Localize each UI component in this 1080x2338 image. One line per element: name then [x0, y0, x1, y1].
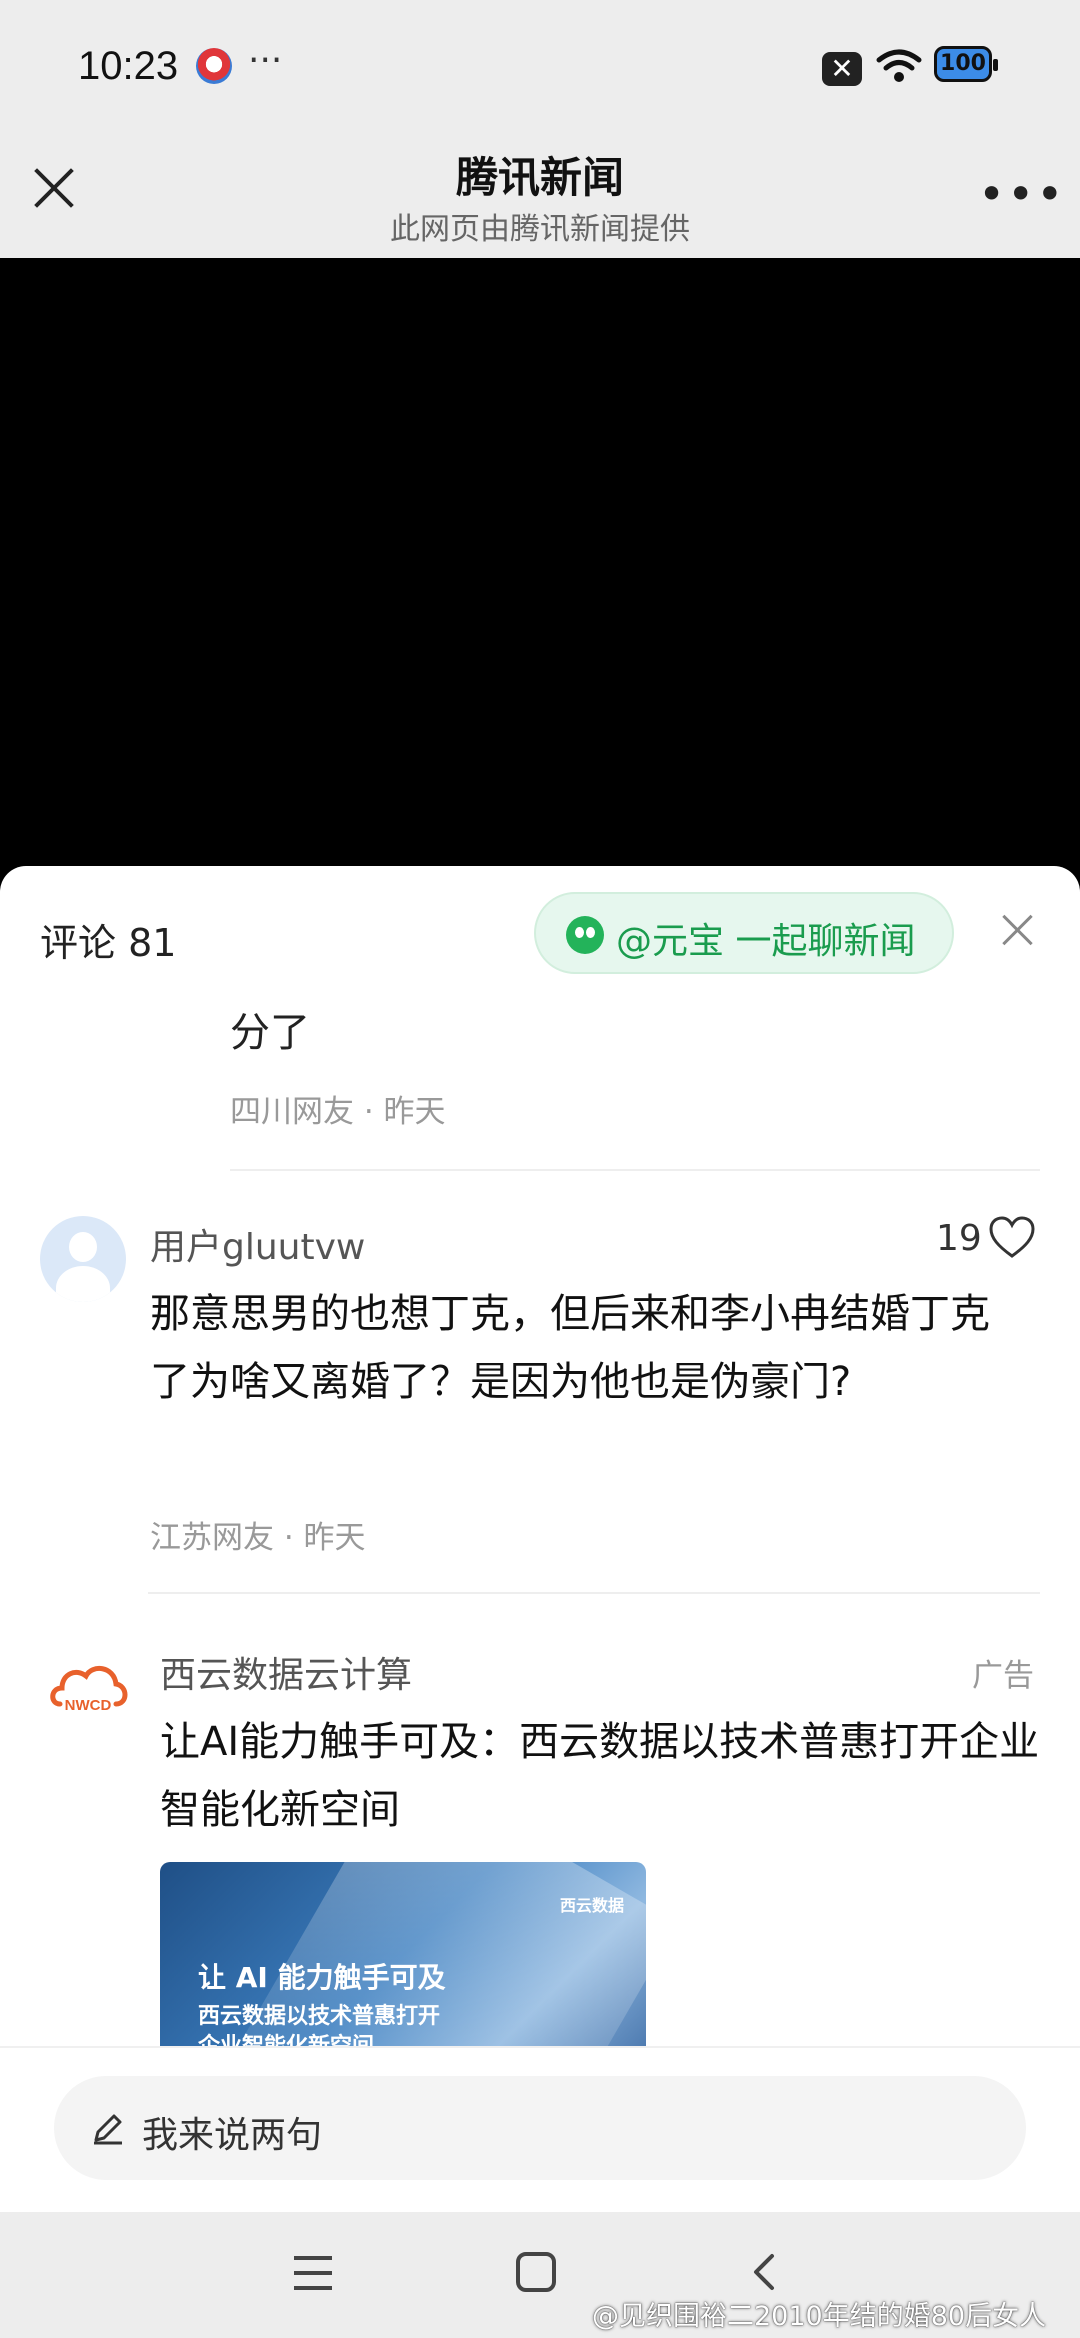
divider — [230, 1169, 1040, 1171]
more-notifications-icon: ··· — [248, 40, 283, 81]
comment-user-name[interactable]: 用户gluutvw — [150, 1218, 365, 1270]
mute-icon: ✕ — [822, 52, 862, 86]
status-time: 10:23 — [78, 44, 179, 88]
sheet-close-icon[interactable] — [998, 910, 1038, 950]
wifi-icon — [876, 49, 922, 82]
title-bar: 腾讯新闻 此网页由腾讯新闻提供 ••• — [0, 132, 1080, 258]
yuanbao-chat-label: @元宝 一起聊新闻 — [616, 921, 916, 962]
heart-icon[interactable] — [988, 1216, 1036, 1260]
app-notification-icon — [196, 48, 232, 84]
divider — [148, 1592, 1040, 1594]
comment-input-placeholder: 我来说两句 — [142, 2115, 323, 2156]
comments-count-title: 评论 81 — [40, 921, 177, 965]
system-nav-bar: @见织围裕二2010年结的婚80后女人 — [0, 2212, 1080, 2338]
reply-meta: 四川网友 · 昨天 — [230, 1094, 446, 1130]
ad-advertiser[interactable]: 西云数据云计算 — [160, 1646, 412, 1698]
status-bar: 10:23 ··· ✕ 100 — [0, 0, 1080, 132]
comments-sheet: 评论 81 @元宝 一起聊新闻 分了 四川网友 · 昨天 用户gluutvw 1… — [0, 866, 1080, 2212]
video-area[interactable] — [0, 258, 1080, 868]
yuanbao-icon — [566, 916, 604, 954]
more-options-icon[interactable]: ••• — [978, 171, 1065, 217]
watermark: @见织围裕二2010年结的婚80后女人 — [592, 2301, 1047, 2332]
pencil-icon — [94, 2114, 122, 2145]
comment-body[interactable]: 那意思男的也想丁克，但后来和李小冉结婚丁克了为啥又离婚了？是因为他也是伪豪门? — [150, 1280, 1000, 1416]
battery-icon: 100 — [934, 46, 998, 82]
ad-label[interactable]: 广告 — [972, 1650, 1034, 1695]
comment-meta: 江苏网友 · 昨天 — [150, 1520, 366, 1556]
page-title: 腾讯新闻 — [455, 153, 624, 202]
avatar[interactable] — [40, 1216, 126, 1302]
ad-image-subline: 西云数据以技术普惠打开 — [198, 2004, 441, 2029]
ad-logo-text: NWCD — [65, 1697, 112, 1714]
like-count: 19 — [936, 1218, 982, 1259]
ad-image-headline: 让 AI 能力触手可及 — [198, 1961, 446, 1994]
comment-input-bar: 我来说两句 — [0, 2046, 1080, 2212]
home-icon[interactable] — [516, 2252, 556, 2292]
back-icon[interactable] — [748, 2252, 780, 2292]
page-subtitle: 此网页由腾讯新闻提供 — [390, 212, 690, 247]
advertiser-logo[interactable]: NWCD — [46, 1658, 130, 1730]
comment-input[interactable]: 我来说两句 — [54, 2076, 1026, 2180]
ad-image-brand: 西云数据 — [560, 1896, 625, 1915]
reply-text: 分了 — [230, 1010, 310, 1056]
yuanbao-chat-button[interactable]: @元宝 一起聊新闻 — [534, 892, 954, 974]
ad-headline[interactable]: 让AI能力触手可及：西云数据以技术普惠打开企业智能化新空间 — [160, 1708, 1040, 1844]
recent-apps-icon[interactable] — [294, 2256, 332, 2290]
